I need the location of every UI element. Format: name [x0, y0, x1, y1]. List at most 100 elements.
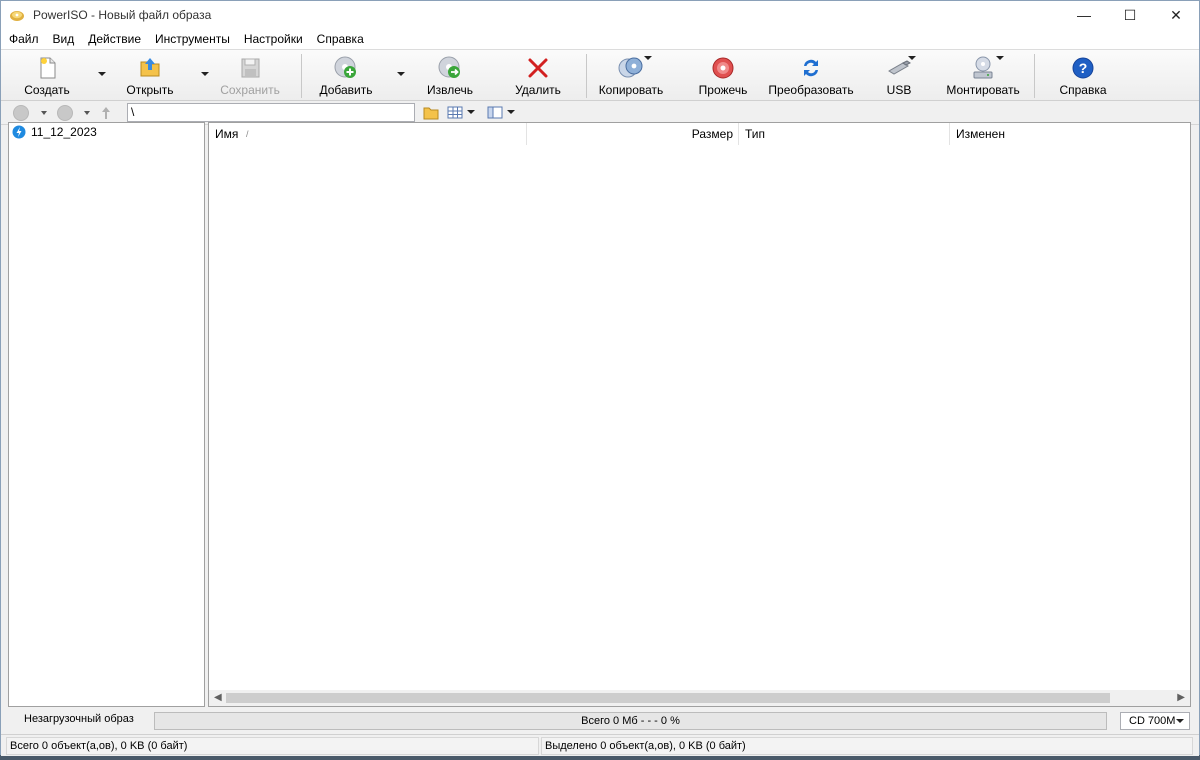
mount-dropdown-arrow[interactable]	[996, 56, 1004, 62]
toolbar-separator	[301, 54, 302, 98]
view-mode-dropdown-arrow[interactable]	[467, 110, 475, 116]
status-selected: Выделено 0 объект(а,ов), 0 KB (0 байт)	[541, 737, 1193, 755]
status-total: Всего 0 объект(а,ов), 0 KB (0 байт)	[6, 737, 539, 755]
forward-history-arrow[interactable]	[84, 111, 90, 115]
burn-label: Прожечь	[698, 83, 748, 97]
column-name-label: Имя	[215, 127, 239, 141]
menu-bar: Файл Вид Действие Инструменты Настройки …	[1, 29, 1199, 49]
convert-arrows-icon	[804, 59, 818, 77]
window-title: PowerISO - Новый файл образа	[33, 8, 212, 22]
open-label: Открыть	[126, 83, 174, 97]
convert-label: Преобразовать	[768, 83, 854, 97]
back-history-arrow[interactable]	[41, 111, 47, 115]
poweriso-window: PowerISO - Новый файл образа — ☐ ✕ Файл …	[0, 0, 1200, 756]
extract-disc-icon	[438, 56, 460, 78]
maximize-button[interactable]: ☐	[1107, 1, 1153, 29]
extract-button[interactable]: Извлечь	[426, 54, 474, 98]
media-size-value: CD 700M	[1129, 715, 1176, 727]
scroll-left-arrow[interactable]: ◀	[214, 692, 222, 703]
folder-tree-pane: 11_12_2023	[8, 122, 205, 707]
menu-view[interactable]: Вид	[53, 32, 75, 46]
menu-file[interactable]: Файл	[9, 32, 39, 46]
capacity-progress-text: Всего 0 Мб - - - 0 %	[581, 715, 680, 727]
title-bar: PowerISO - Новый файл образа — ☐ ✕	[1, 1, 1199, 29]
menu-help[interactable]: Справка	[317, 32, 364, 46]
save-button[interactable]: Сохранить	[220, 54, 280, 98]
close-button[interactable]: ✕	[1153, 1, 1199, 29]
help-question-icon: ?	[1072, 57, 1094, 79]
add-label: Добавить	[319, 83, 373, 97]
burn-button[interactable]: Прожечь	[697, 54, 749, 98]
forward-button[interactable]	[57, 105, 73, 121]
column-modified-label: Изменен	[956, 127, 1005, 141]
toolbar-separator	[1034, 54, 1035, 98]
disc-image-icon	[12, 125, 26, 139]
delete-x-icon	[528, 58, 548, 78]
copy-disc-icon	[618, 57, 643, 78]
column-header-type[interactable]: Тип	[739, 123, 950, 145]
file-list-pane: Имя / Размер Тип Изменен ◀ ▶	[208, 122, 1191, 707]
window-controls: — ☐ ✕	[1061, 1, 1199, 29]
save-label: Сохранить	[220, 83, 280, 97]
svg-text:?: ?	[1079, 60, 1088, 76]
layout-dropdown-arrow[interactable]	[507, 110, 515, 116]
help-label: Справка	[1059, 83, 1107, 97]
status-bar: Всего 0 объект(а,ов), 0 KB (0 байт) Выде…	[1, 734, 1199, 756]
main-toolbar: Создать Открыть Сохранить Добавить Извле…	[1, 49, 1199, 101]
menu-settings[interactable]: Настройки	[244, 32, 303, 46]
copy-label: Копировать	[598, 83, 664, 97]
sort-indicator: /	[246, 129, 249, 139]
list-header: Имя / Размер Тип Изменен	[209, 123, 1190, 145]
usb-label: USB	[886, 83, 912, 97]
layout-pane-icon[interactable]	[486, 104, 504, 121]
horizontal-scrollbar[interactable]: ◀ ▶	[209, 690, 1190, 706]
create-dropdown-arrow[interactable]	[98, 70, 106, 78]
copy-dropdown-arrow[interactable]	[644, 56, 652, 62]
convert-button[interactable]: Преобразовать	[768, 54, 854, 98]
burn-disc-icon	[712, 57, 734, 79]
open-dropdown-arrow[interactable]	[201, 70, 209, 78]
open-button[interactable]: Открыть	[126, 54, 174, 98]
tree-item-root[interactable]: 11_12_2023	[9, 124, 204, 140]
add-dropdown-arrow[interactable]	[397, 70, 405, 78]
folder-view-icon[interactable]	[422, 104, 440, 121]
new-file-icon	[40, 57, 56, 79]
column-size-label: Размер	[691, 127, 733, 141]
copy-button[interactable]: Копировать	[599, 54, 663, 98]
toolbar-separator	[586, 54, 587, 98]
delete-label: Удалить	[515, 83, 561, 97]
chevron-down-icon	[1176, 719, 1184, 723]
help-button[interactable]: ? Справка	[1059, 54, 1107, 98]
delete-button[interactable]: Удалить	[514, 54, 562, 98]
mount-label: Монтировать	[946, 83, 1020, 97]
column-type-label: Тип	[745, 127, 766, 141]
extract-label: Извлечь	[426, 83, 473, 97]
add-button[interactable]: Добавить	[319, 54, 373, 98]
up-folder-icon[interactable]	[99, 105, 113, 121]
mount-drive-icon	[973, 56, 993, 79]
create-label: Создать	[24, 83, 70, 97]
column-header-modified[interactable]: Изменен	[950, 123, 1190, 145]
tree-item-label: 11_12_2023	[31, 125, 97, 139]
add-to-disc-icon	[334, 56, 356, 78]
scrollbar-thumb[interactable]	[226, 693, 1110, 703]
floppy-disk-icon	[241, 58, 260, 78]
back-button[interactable]	[13, 105, 29, 121]
open-folder-icon	[140, 58, 160, 77]
image-status-bar: Незагрузочный образ Всего 0 Мб - - - 0 %…	[1, 710, 1199, 732]
media-size-select[interactable]: CD 700M	[1120, 712, 1190, 730]
path-input[interactable]: \	[127, 103, 415, 122]
boot-type-label: Незагрузочный образ	[24, 713, 134, 725]
menu-tools[interactable]: Инструменты	[155, 32, 230, 46]
menu-action[interactable]: Действие	[88, 32, 141, 46]
minimize-button[interactable]: —	[1061, 1, 1107, 29]
poweriso-app-icon	[10, 11, 24, 21]
list-view-icon[interactable]	[446, 104, 464, 121]
column-header-size[interactable]: Размер	[527, 123, 739, 145]
capacity-progress-bar: Всего 0 Мб - - - 0 %	[154, 712, 1107, 730]
create-button[interactable]: Создать	[23, 54, 71, 98]
mount-button[interactable]: Монтировать	[946, 54, 1020, 98]
usb-dropdown-arrow[interactable]	[908, 56, 916, 62]
scroll-right-arrow[interactable]: ▶	[1177, 692, 1185, 703]
column-header-name[interactable]: Имя /	[209, 123, 527, 145]
